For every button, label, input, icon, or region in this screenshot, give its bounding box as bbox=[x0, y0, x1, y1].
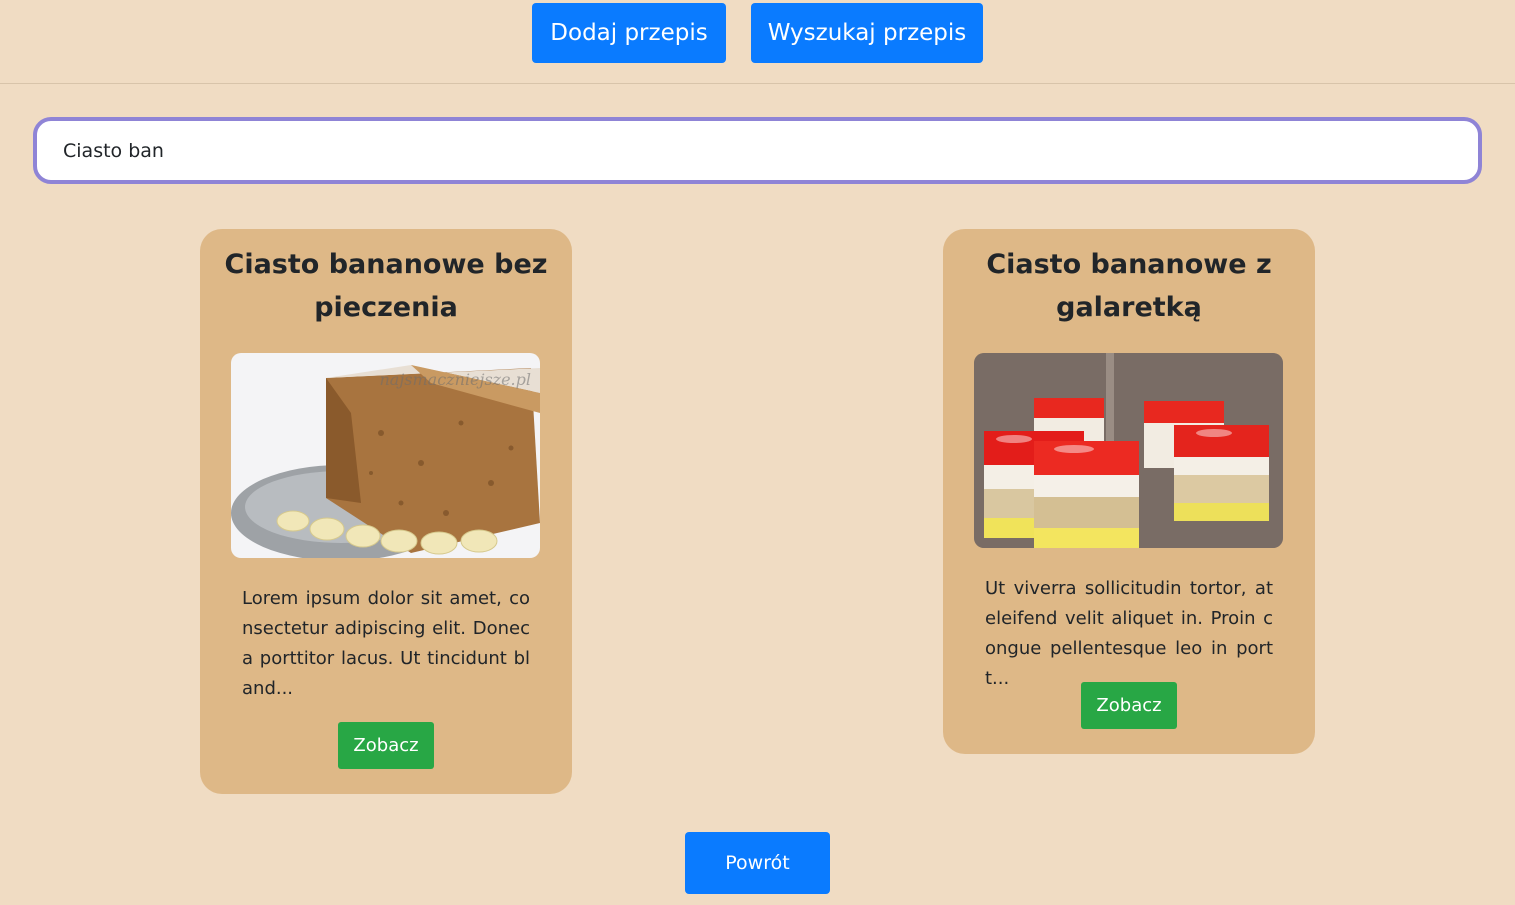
view-recipe-button[interactable]: Zobacz bbox=[1081, 682, 1177, 729]
recipe-title: Ciasto bananowe z galaretką bbox=[986, 249, 1272, 323]
add-recipe-button[interactable]: Dodaj przepis bbox=[532, 3, 726, 63]
image-watermark: najsmaczniejsze.pl bbox=[379, 370, 531, 389]
recipe-card: Ciasto bananowe z galaretką Ut viverra s… bbox=[943, 229, 1315, 754]
recipe-image bbox=[974, 353, 1283, 548]
search-recipe-button[interactable]: Wyszukaj przepis bbox=[751, 3, 983, 63]
recipe-description: Ut viverra sollicitudin tortor, at eleif… bbox=[985, 578, 1273, 689]
recipe-image: najsmaczniejsze.pl bbox=[231, 353, 540, 558]
recipe-title: Ciasto bananowe bez pieczenia bbox=[224, 249, 548, 323]
banana-cake-image: najsmaczniejsze.pl bbox=[231, 353, 540, 558]
recipe-description: Lorem ipsum dolor sit amet, consectetur … bbox=[242, 588, 530, 699]
back-button[interactable]: Powrót bbox=[685, 832, 830, 894]
jelly-cake-image bbox=[974, 353, 1283, 548]
search-input[interactable] bbox=[33, 117, 1482, 184]
recipe-card: Ciasto bananowe bez pieczenia najsmaczni… bbox=[200, 229, 572, 794]
view-recipe-button[interactable]: Zobacz bbox=[338, 722, 434, 769]
